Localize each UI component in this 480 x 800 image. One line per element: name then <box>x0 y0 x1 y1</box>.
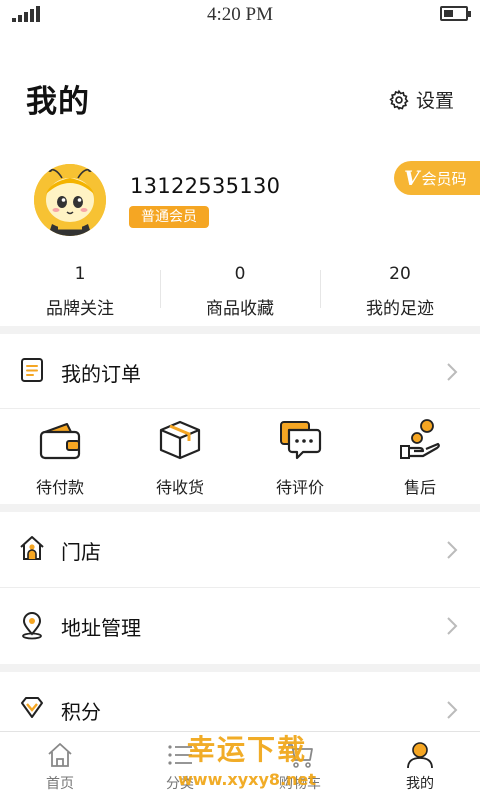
avatar[interactable] <box>34 164 106 236</box>
user-icon <box>407 742 433 769</box>
stat-favorites[interactable]: 0 商品收藏 <box>160 262 320 320</box>
wallet-icon <box>39 423 81 460</box>
location-pin-icon <box>22 612 42 640</box>
order-pending-payment[interactable]: 待付款 <box>0 414 120 504</box>
settings-label: 设置 <box>415 90 454 112</box>
order-item-label: 待付款 <box>35 478 84 497</box>
vip-code-button[interactable]: V 会员码 <box>394 161 480 195</box>
order-after-sales[interactable]: 售后 <box>360 414 480 504</box>
order-pending-review[interactable]: 待评价 <box>240 414 360 504</box>
store-icon <box>20 536 44 560</box>
package-icon <box>159 420 201 460</box>
stat-footprints[interactable]: 20 我的足迹 <box>320 262 480 320</box>
vip-code-label: 会员码 <box>421 169 467 188</box>
stat-label: 我的足迹 <box>366 299 434 319</box>
stat-label: 商品收藏 <box>206 299 274 319</box>
status-bar: 4:20 PM <box>0 0 480 32</box>
section-divider <box>0 326 480 334</box>
tab-home[interactable]: 首页 <box>0 732 120 800</box>
stat-value: 0 <box>234 264 246 284</box>
chevron-right-icon <box>447 617 458 635</box>
bee-mascot-icon <box>34 164 106 236</box>
address-management-row[interactable]: 地址管理 <box>0 588 480 664</box>
comment-icon <box>280 421 322 460</box>
order-pending-receipt[interactable]: 待收货 <box>120 414 240 504</box>
list-icon <box>168 745 192 765</box>
status-time: 4:20 PM <box>207 4 273 25</box>
chevron-right-icon <box>447 701 458 719</box>
bottom-tab-bar: 首页 分类 购物车 我的 <box>0 731 480 800</box>
address-management-label: 地址管理 <box>61 615 141 640</box>
tab-mine[interactable]: 我的 <box>360 732 480 800</box>
section-divider <box>0 664 480 672</box>
settings-button[interactable]: 设置 <box>388 86 454 113</box>
tab-category[interactable]: 分类 <box>120 732 240 800</box>
member-level-badge: 普通会员 <box>129 206 209 228</box>
battery-icon <box>440 6 471 21</box>
store-row[interactable]: 门店 <box>0 512 480 588</box>
order-item-label: 待评价 <box>275 478 324 497</box>
tab-label: 首页 <box>46 776 74 792</box>
section-divider <box>0 504 480 512</box>
diamond-icon <box>21 697 43 718</box>
order-item-label: 售后 <box>403 478 436 497</box>
stat-value: 20 <box>389 264 411 284</box>
order-item-label: 待收货 <box>155 478 204 497</box>
order-list-icon <box>21 358 43 382</box>
my-orders-label: 我的订单 <box>61 361 141 386</box>
chevron-right-icon <box>447 541 458 559</box>
points-label: 积分 <box>61 699 101 724</box>
gear-icon <box>389 89 409 110</box>
tab-cart[interactable]: 购物车 <box>240 732 360 800</box>
stat-value: 1 <box>74 264 86 284</box>
order-status-grid: 待付款 待收货 待评价 售后 <box>0 414 480 504</box>
refund-hand-icon <box>400 419 440 459</box>
home-icon <box>48 743 72 767</box>
page-title: 我的 <box>26 84 90 120</box>
stat-label: 品牌关注 <box>46 299 114 319</box>
vip-v-icon: V <box>404 166 420 190</box>
tab-label: 分类 <box>166 776 194 792</box>
my-orders-row[interactable]: 我的订单 <box>0 334 480 410</box>
user-phone: 13122535130 <box>130 174 281 198</box>
chevron-right-icon <box>447 363 458 381</box>
stats-row: 1 品牌关注 0 商品收藏 20 我的足迹 <box>0 262 480 320</box>
tab-label: 购物车 <box>279 776 321 792</box>
divider-line <box>0 408 480 409</box>
tab-label: 我的 <box>406 776 434 792</box>
store-label: 门店 <box>61 539 101 564</box>
cart-icon <box>288 744 313 768</box>
stat-brand-follow[interactable]: 1 品牌关注 <box>0 262 160 320</box>
